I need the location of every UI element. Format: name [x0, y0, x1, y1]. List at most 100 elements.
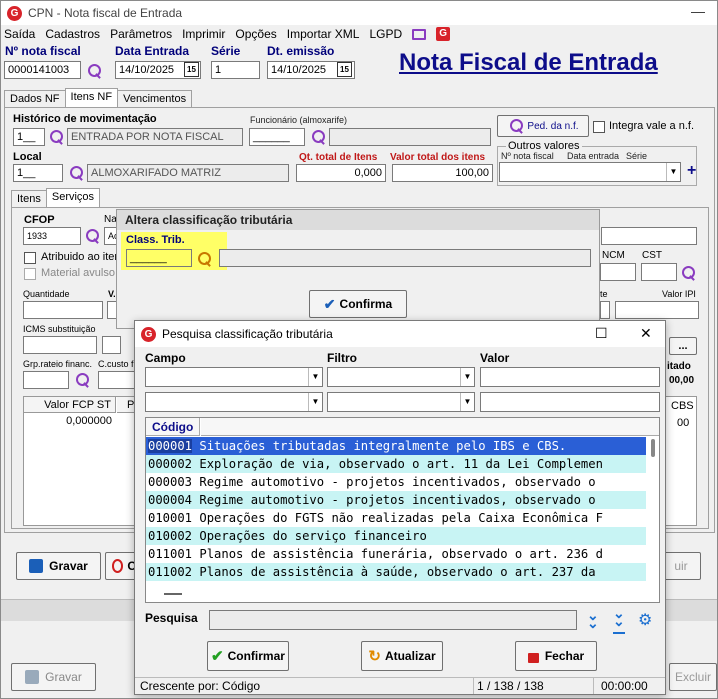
icms-st-input-2[interactable] [102, 336, 121, 354]
calendar-icon[interactable]: 15 [337, 62, 352, 77]
icms-st-input[interactable] [23, 336, 97, 354]
double-chevron-down-icon[interactable]: ⌄ ⌄ [587, 608, 599, 630]
grid-header-cbs[interactable]: CBS [671, 400, 694, 412]
filtro-select-1[interactable]: ▼ [327, 367, 475, 387]
integra-label: Integra vale a n.f. [609, 120, 694, 132]
more-button[interactable]: ... [669, 337, 697, 355]
app-logo-small-icon[interactable]: G [436, 27, 451, 41]
ncm-input[interactable] [600, 263, 636, 281]
menu-importar-xml[interactable]: Importar XML [287, 27, 360, 41]
confirmar-button[interactable]: ✔ Confirmar [207, 641, 289, 671]
gear-icon[interactable]: ⚙ [638, 610, 652, 630]
menu-saida[interactable]: Saída [4, 27, 35, 41]
quantidade-input[interactable] [23, 301, 103, 319]
grid-header-codigo[interactable]: Código [146, 418, 200, 436]
atribuido-checkbox[interactable] [24, 252, 36, 264]
servicos-gravar-button[interactable]: Gravar [16, 552, 101, 580]
material-checkbox[interactable] [24, 268, 36, 280]
local-label: Local [13, 151, 42, 163]
pesquisa-input[interactable] [209, 610, 577, 630]
outros-valores-select[interactable]: ▼ [499, 162, 681, 182]
cfop-search-icon[interactable] [83, 227, 101, 245]
funcionario-input[interactable]: ______ [249, 128, 305, 146]
menu-lgpd[interactable]: LGPD [369, 27, 402, 41]
local-search-icon[interactable] [67, 164, 85, 182]
funcionario-search-icon[interactable] [309, 128, 327, 146]
horizontal-scrollbar[interactable] [146, 586, 646, 602]
historico-label: Histórico de movimentação [13, 113, 157, 125]
table-row[interactable]: 010002 Operações do serviço financeiro [146, 527, 646, 545]
servicos-excluir-button[interactable]: uir [661, 552, 701, 580]
menu-imprimir[interactable]: Imprimir [182, 27, 225, 41]
campo-select-2[interactable]: ▼ [145, 392, 323, 412]
menu-cadastros[interactable]: Cadastros [45, 27, 100, 41]
table-row[interactable]: 010001 Operações do FGTS não realizadas … [146, 509, 646, 527]
grid-header-fcp[interactable]: Valor FCP ST [24, 397, 116, 413]
grp-rateio-search-icon[interactable] [73, 371, 91, 389]
cst-search-icon[interactable] [679, 264, 697, 282]
confirmar-label: Confirmar [227, 649, 285, 663]
chevron-to-end-icon[interactable]: ⌄ ⌄ [613, 606, 625, 634]
results-grid[interactable]: Código 000001 Situações tributadas integ… [145, 417, 660, 603]
ccusto-input[interactable] [98, 371, 135, 389]
row-code: 010001 [148, 511, 193, 525]
nf-search-icon[interactable] [85, 62, 103, 80]
bottom-gravar-button[interactable]: Gravar [11, 663, 96, 691]
historico-search-icon[interactable] [47, 128, 65, 146]
serie-input[interactable]: 1 [211, 61, 260, 79]
check-icon: ✔ [323, 295, 336, 312]
te-input[interactable] [600, 301, 610, 319]
class-trib-search-icon[interactable] [195, 250, 213, 268]
fechar-button[interactable]: Fechar [515, 641, 597, 671]
data-entrada-label: Data Entrada [115, 44, 190, 58]
filtro-select-2[interactable]: ▼ [327, 392, 475, 412]
cst-input[interactable] [641, 263, 677, 281]
bottom-excluir-button[interactable]: Excluir [669, 663, 717, 691]
table-row[interactable]: 011001 Planos de assistência funerária, … [146, 545, 646, 563]
table-row[interactable]: 000004 Regime automotivo - projetos ince… [146, 491, 646, 509]
table-row[interactable]: 000002 Exploração de via, observado o ar… [146, 455, 646, 473]
valor-input-2[interactable] [480, 392, 660, 412]
nf-input[interactable]: 0000141003 [4, 61, 81, 79]
historico-code-input[interactable]: 1__ [13, 128, 45, 146]
historico-desc: ENTRADA POR NOTA FISCAL [67, 128, 243, 146]
pesquisa-title: Pesquisa classificação tributária [162, 327, 333, 341]
campo-select-1[interactable]: ▼ [145, 367, 323, 387]
row-description: Regime automotivo - projetos incentivado… [199, 475, 596, 489]
v-label: V. [108, 289, 116, 299]
cfop-input[interactable]: 1933 [23, 227, 81, 245]
add-icon[interactable]: + [687, 162, 696, 180]
grp-rateio-input[interactable] [23, 371, 69, 389]
table-row[interactable]: 000003 Regime automotivo - projetos ince… [146, 473, 646, 491]
menu-opcoes[interactable]: Opções [235, 27, 276, 41]
altera-classificacao-dialog: Altera classificação tributária Class. T… [116, 209, 600, 329]
vertical-scrollbar[interactable] [648, 437, 659, 587]
table-row[interactable]: 011002 Planos de assistência à saúde, ob… [146, 563, 646, 581]
h-scroll-thumb[interactable] [164, 593, 182, 595]
monitor-icon[interactable] [412, 28, 427, 40]
ped-nf-button[interactable]: Ped. da n.f. [497, 115, 589, 137]
table-row[interactable]: 000001 Situações tributadas integralment… [146, 437, 646, 455]
row-description: Operações do serviço financeiro [199, 529, 427, 543]
maximize-button[interactable]: ☐ [595, 325, 608, 342]
calendar-icon[interactable]: 15 [184, 62, 199, 77]
minimize-button[interactable]: — [691, 3, 705, 19]
tab-itens-nf[interactable]: Itens NF [64, 88, 119, 107]
scroll-thumb[interactable] [651, 439, 655, 457]
cst-label: CST [642, 250, 662, 261]
class-trib-input[interactable]: ______ [126, 249, 192, 267]
integra-checkbox[interactable] [593, 121, 605, 133]
tab-servicos[interactable]: Serviços [45, 188, 101, 207]
chevron-down-icon: ▼ [460, 368, 474, 386]
close-button[interactable]: ✕ [640, 325, 652, 342]
menu-parametros[interactable]: Parâmetros [110, 27, 172, 41]
valor-input-1[interactable] [480, 367, 660, 387]
right-input[interactable] [601, 227, 697, 245]
servicos-cancel-button[interactable]: C [105, 552, 137, 580]
atualizar-button[interactable]: ↻ Atualizar [361, 641, 443, 671]
confirma-button[interactable]: ✔ Confirma [309, 290, 407, 318]
valor-ipi-input[interactable] [615, 301, 699, 319]
grid-header-descricao[interactable] [201, 418, 659, 436]
chevron-down-icon: ▼ [460, 393, 474, 411]
local-code-input[interactable]: 1__ [13, 164, 63, 182]
